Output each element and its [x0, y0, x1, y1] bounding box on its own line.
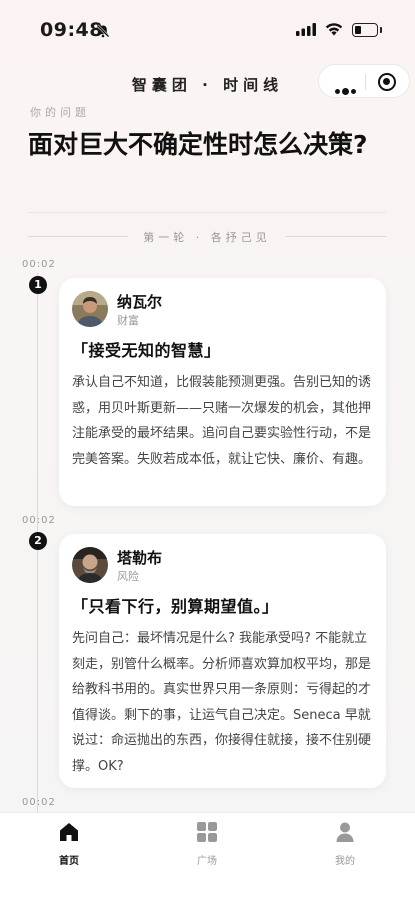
wifi-icon [325, 23, 343, 36]
tab-bar: 首页 广场 我的 [0, 812, 415, 901]
user-icon [336, 822, 354, 842]
timeline-timestamp: 00:02 [22, 797, 56, 808]
round-label: 第一轮 · 各抒己见 [143, 231, 271, 244]
tab-label: 首页 [59, 856, 79, 867]
timeline-index-badge: 2 [29, 532, 47, 550]
more-icon[interactable] [335, 79, 358, 98]
round-line-right [286, 236, 386, 237]
round-header: 第一轮 · 各抒己见 [28, 229, 386, 245]
tab-profile[interactable]: 我的 [310, 821, 380, 867]
capsule-divider [365, 74, 366, 90]
timeline-timestamp: 00:02 [22, 515, 56, 526]
timeline-timestamp: 00:02 [22, 259, 56, 270]
timeline-index-badge: 1 [29, 276, 47, 294]
advisor-card[interactable]: 纳瓦尔 财富 「接受无知的智慧」 承认自己不知道，比假装能预测更强。告别已知的诱… [59, 278, 386, 506]
tab-label: 广场 [197, 856, 217, 867]
grid-icon [197, 822, 217, 842]
advisor-name: 塔勒布 [117, 549, 163, 567]
advisor-tag: 风险 [117, 570, 139, 583]
cellular-signal-icon [296, 23, 316, 36]
tab-square[interactable]: 广场 [172, 821, 242, 867]
advisor-name: 纳瓦尔 [117, 293, 163, 311]
question-label: 你的问题 [30, 106, 90, 119]
avatar [72, 547, 108, 583]
avatar [72, 291, 108, 327]
divider [28, 212, 386, 213]
advisor-body: 承认自己不知道，比假装能预测更强。告别已知的诱惑，用贝叶斯更新——只赌一次爆发的… [72, 375, 372, 467]
advisor-quote: 「只看下行，别算期望值。」 [72, 597, 279, 616]
close-target-icon[interactable] [378, 73, 396, 91]
advisor-quote: 「接受无知的智慧」 [72, 341, 221, 360]
tab-home[interactable]: 首页 [34, 821, 104, 867]
advisor-tag: 财富 [117, 314, 139, 327]
battery-icon [352, 23, 382, 37]
status-bar: 09:48 [0, 0, 415, 58]
home-icon [60, 823, 78, 841]
advisor-body: 先问自己：最坏情况是什么? 我能承受吗? 不能就立刻走，别管什么概率。分析师喜欢… [72, 631, 372, 774]
bell-muted-icon [96, 24, 110, 38]
advisor-card[interactable]: 塔勒布 风险 「只看下行，别算期望值。」 先问自己：最坏情况是什么? 我能承受吗… [59, 534, 386, 788]
tab-label: 我的 [335, 856, 355, 867]
question-title: 面对巨大不确定性时怎么决策? [28, 130, 368, 159]
nav-title: 智囊团 · 时间线 [131, 76, 284, 94]
mini-program-capsule [318, 64, 410, 98]
status-time: 09:48 [40, 19, 103, 41]
